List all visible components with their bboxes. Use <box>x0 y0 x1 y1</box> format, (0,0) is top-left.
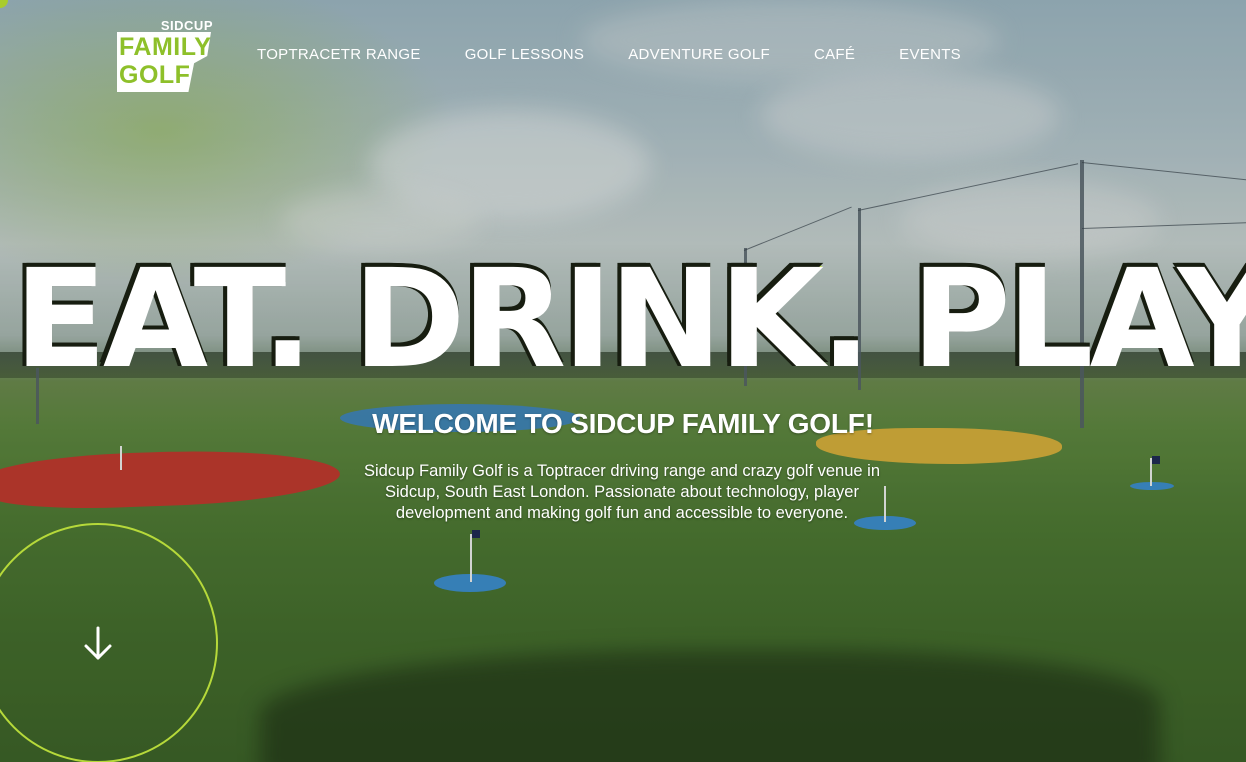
nav-events[interactable]: EVENTS <box>899 46 961 63</box>
nav-golf-lessons[interactable]: GOLF LESSONS <box>465 46 584 63</box>
nav-cafe[interactable]: CAFÉ <box>814 46 855 63</box>
logo-top-text: SIDCUP <box>160 18 213 33</box>
intro-paragraph: Sidcup Family Golf is a Toptracer drivin… <box>363 462 881 522</box>
logo[interactable]: SIDCUP FAMILY GOLF <box>117 18 213 94</box>
arrow-down-icon[interactable] <box>78 624 118 664</box>
logo-line-golf: GOLF <box>119 61 191 89</box>
nav-toptracer-range[interactable]: TOPTRACETR RANGE <box>257 46 421 63</box>
welcome-heading: WELCOME TO SIDCUP FAMILY GOLF! <box>372 408 874 439</box>
hero-section: SIDCUP FAMILY GOLF TOPTRACETR RANGE GOLF… <box>0 0 1246 762</box>
hero-headline: EAT. DRINK. PLAY. <box>14 241 1246 399</box>
main-nav: TOPTRACETR RANGE GOLF LESSONS ADVENTURE … <box>257 46 1005 63</box>
nav-adventure-golf[interactable]: ADVENTURE GOLF <box>628 46 770 63</box>
logo-line-family: FAMILY <box>119 33 212 61</box>
